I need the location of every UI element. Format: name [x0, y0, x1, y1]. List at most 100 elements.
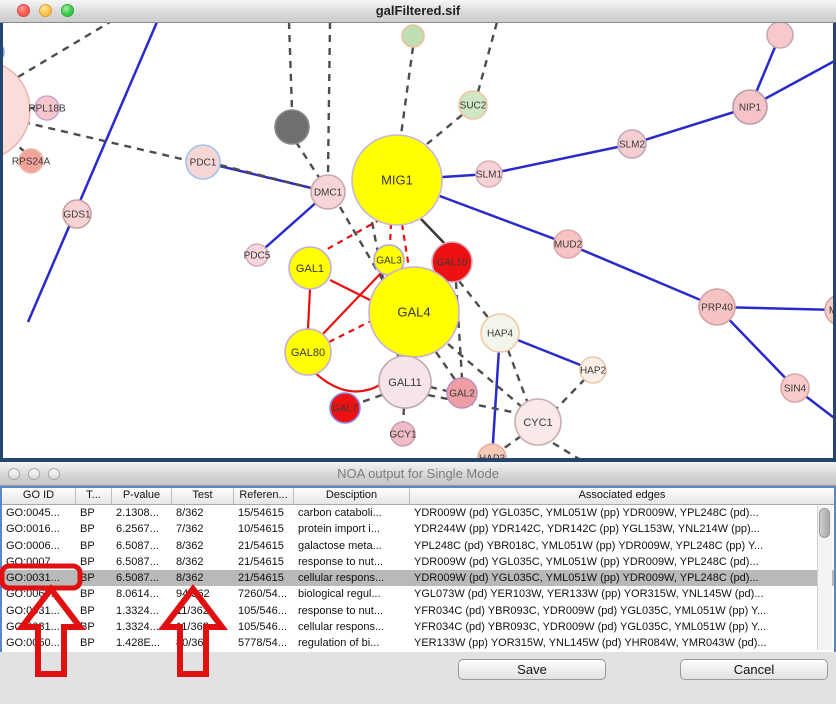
column-header-reference[interactable]: Referen... — [234, 488, 294, 504]
scrollbar-thumb[interactable] — [819, 508, 830, 538]
node-GAL7[interactable]: GAL7 — [330, 393, 360, 423]
cell-edges: YPL248C (pd) YBR018C, YML051W (pp) YDR00… — [410, 538, 834, 554]
cell-edges: YGL073W (pd) YER103W, YER133W (pp) YOR31… — [410, 586, 834, 602]
cell-description: biological regul... — [294, 586, 410, 602]
cell-p_value: 1.3324... — [112, 603, 172, 619]
cell-edges: YDR009W (pd) YGL035C, YML051W (pp) YDR00… — [410, 505, 834, 521]
node-circle[interactable] — [0, 60, 30, 160]
edge-dash — [401, 47, 413, 135]
edge-dash — [503, 436, 521, 449]
cell-p_value: 1.428E... — [112, 635, 172, 651]
node-PDC1[interactable]: PDC1 — [186, 145, 220, 179]
node-label: PDC5 — [244, 251, 271, 262]
node[interactable] — [0, 60, 30, 160]
node-GDS1[interactable]: GDS1 — [63, 200, 91, 228]
cell-type: BP — [76, 619, 112, 635]
network-canvas[interactable]: RPL18B RPS24A GDS1 PDC1 DMC1MIG1 SUC2 SLM1 SLM2… — [0, 23, 836, 462]
cell-description: response to nut... — [294, 554, 410, 570]
node-label: HAP2 — [580, 366, 607, 377]
cell-go_id: GO:0007... — [2, 554, 76, 570]
node-SLM1[interactable]: SLM1 — [476, 161, 503, 187]
node-RPL18B[interactable]: RPL18B — [28, 96, 66, 120]
node-GAL4[interactable]: GAL4 — [369, 267, 459, 357]
node-GAL1[interactable]: GAL1 — [289, 247, 331, 289]
cell-type: BP — [76, 603, 112, 619]
node-HAP2[interactable]: HAP2 — [580, 357, 607, 383]
cell-go_id: GO:0031... — [2, 619, 76, 635]
node-SLM2[interactable]: SLM2 — [618, 130, 646, 158]
column-header-go_id[interactable]: GO ID — [2, 488, 76, 504]
cancel-button[interactable]: Cancel — [680, 659, 828, 680]
node-label: GAL1 — [296, 263, 324, 275]
node-label: RPL18B — [28, 104, 66, 115]
cell-reference: 7260/54... — [234, 586, 294, 602]
cell-reference: 15/54615 — [234, 505, 294, 521]
save-button[interactable]: Save — [458, 659, 606, 680]
table-row[interactable]: GO:0031...BP1.3324...11/362105/546...res… — [2, 603, 834, 619]
table-row[interactable]: GO:0065...BP8.0614...94/3627260/54...bio… — [2, 586, 834, 602]
cell-type: BP — [76, 521, 112, 537]
node-circle[interactable] — [402, 25, 424, 47]
node-label: CYC1 — [523, 417, 552, 429]
node-circle[interactable] — [0, 42, 4, 62]
node-GAL2[interactable]: GAL2 — [447, 378, 477, 408]
cell-reference: 21/54615 — [234, 570, 294, 586]
node-circle[interactable] — [767, 23, 793, 48]
cell-test: 11/362 — [172, 619, 234, 635]
node-label: HAP3 — [479, 454, 506, 462]
cell-p_value: 2.1308... — [112, 505, 172, 521]
node-DMC1[interactable]: DMC1 — [311, 175, 345, 209]
node[interactable] — [402, 25, 424, 47]
node-CYC1[interactable]: CYC1 — [515, 399, 561, 445]
node-HAP4[interactable]: HAP4 — [481, 314, 519, 352]
node-label: HAP4 — [487, 329, 514, 340]
table-row[interactable]: GO:0007...BP6.5087...8/36221/54615respon… — [2, 554, 834, 570]
table-row[interactable]: GO:0031...BP1.3324...11/362105/546...cel… — [2, 619, 834, 635]
node-circle[interactable] — [275, 110, 309, 144]
node-SUC2[interactable]: SUC2 — [459, 91, 487, 119]
column-header-p_value[interactable]: P-value — [112, 488, 172, 504]
cell-reference: 21/54615 — [234, 554, 294, 570]
node[interactable] — [0, 42, 4, 62]
table-row-selected[interactable]: GO:0031...BP6.5087...8/36221/54615cellul… — [2, 570, 834, 586]
node-label: MUD2 — [554, 240, 583, 251]
vertical-scrollbar[interactable] — [817, 506, 832, 650]
node-label: GAL10 — [436, 258, 468, 269]
column-header-edges[interactable]: Associated edges — [410, 488, 834, 504]
node-label: MSN — [829, 306, 836, 317]
column-header-description[interactable]: Desciption — [294, 488, 410, 504]
node-NIP1[interactable]: NIP1 — [733, 90, 767, 124]
table-row[interactable]: GO:0045...BP2.1308...8/36215/54615carbon… — [2, 505, 834, 521]
table-row[interactable]: GO:0016...BP6.2567...7/36210/54615protei… — [2, 521, 834, 537]
node[interactable] — [767, 23, 793, 48]
edge-red — [313, 371, 380, 391]
cell-type: BP — [76, 586, 112, 602]
table-row[interactable]: GO:0050...BP1.428E...80/3625778/54...reg… — [2, 635, 834, 651]
column-header-type[interactable]: T... — [76, 488, 112, 504]
cell-p_value: 6.2567... — [112, 521, 172, 537]
table-row[interactable]: GO:0006...BP6.5087...8/36221/54615galact… — [2, 538, 834, 554]
node-label: RPS24A — [12, 157, 51, 168]
node[interactable] — [275, 110, 309, 144]
edge-dash — [359, 395, 382, 403]
cell-test: 8/362 — [172, 554, 234, 570]
node-SIN4[interactable]: SIN4 — [781, 374, 809, 402]
network-window-titlebar[interactable]: galFiltered.sif — [0, 0, 836, 23]
node-GAL11[interactable]: GAL11 — [379, 356, 431, 408]
node-HAP3[interactable]: HAP3 — [478, 444, 506, 462]
node-MUD2[interactable]: MUD2 — [554, 230, 583, 258]
cell-go_id: GO:0065... — [2, 586, 76, 602]
node-PRP40[interactable]: PRP40 — [699, 289, 735, 325]
node-GCY1[interactable]: GCY1 — [389, 422, 417, 446]
network-graph[interactable]: RPL18B RPS24A GDS1 PDC1 DMC1MIG1 SUC2 SLM1 SLM2… — [0, 23, 836, 462]
noa-window-titlebar[interactable]: NOA output for Single Mode — [0, 462, 836, 486]
node-MSN[interactable]: MSN — [825, 295, 836, 325]
cell-edges: YDR009W (pd) YGL035C, YML051W (pp) YDR00… — [410, 570, 834, 586]
node-GAL80[interactable]: GAL80 — [285, 329, 331, 375]
node-label: GAL4 — [397, 304, 430, 319]
column-header-test[interactable]: Test — [172, 488, 234, 504]
node-MIG1[interactable]: MIG1 — [352, 135, 442, 225]
cell-test: 11/362 — [172, 603, 234, 619]
node-RPS24A[interactable]: RPS24A — [12, 149, 51, 173]
cell-test: 94/362 — [172, 586, 234, 602]
